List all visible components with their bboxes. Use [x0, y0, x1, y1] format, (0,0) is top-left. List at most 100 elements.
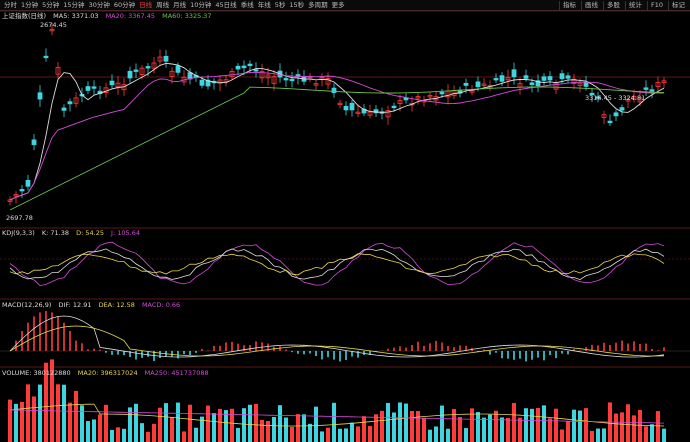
volume-bar: [146, 431, 150, 442]
volume-bar: [278, 405, 282, 442]
volume-bar: [428, 429, 432, 442]
volume-bar: [404, 403, 408, 442]
volume-bar: [650, 424, 654, 442]
volume-ma250: MA250: 451737088: [144, 369, 209, 377]
volume-bar: [320, 431, 324, 442]
volume-bar: [344, 428, 348, 442]
candle-body: [43, 55, 49, 59]
volume-bar: [80, 405, 84, 442]
ma60-line: [9, 86, 665, 211]
candle-body: [253, 69, 259, 72]
volume-bar: [206, 405, 210, 442]
volume-bar: [632, 415, 636, 442]
candle-body: [85, 86, 91, 91]
volume-bar: [452, 408, 456, 442]
volume-bar: [254, 403, 258, 442]
volume-bar: [458, 417, 462, 442]
volume-bar: [464, 428, 468, 442]
volume-bar: [578, 410, 582, 442]
volume-bar: [524, 408, 528, 442]
volume-bar: [170, 417, 174, 442]
volume-bar: [182, 431, 186, 442]
candle-body: [127, 70, 133, 79]
volume-bar: [152, 423, 156, 442]
candle-body: [547, 76, 553, 81]
volume-bar: [38, 384, 42, 442]
candle-body: [37, 92, 43, 100]
candle-body: [289, 78, 295, 82]
volume-bar: [314, 406, 318, 442]
ma5-label: MA5: 3371.03: [53, 12, 99, 20]
candle-body: [439, 91, 445, 95]
candle-body: [343, 105, 349, 111]
volume-bar: [368, 425, 372, 442]
candle-body: [583, 82, 589, 87]
volume-bar: [110, 429, 114, 442]
macd-value: MACD: 0.66: [141, 301, 181, 309]
volume-bar: [596, 428, 600, 442]
volume-bar: [242, 408, 246, 442]
kdj-title: KDJ(9,3,3): [2, 229, 35, 237]
ma20-label: MA20: 3367.45: [105, 12, 156, 20]
volume-bar: [620, 412, 624, 442]
kdj-j: J: 105.64: [111, 229, 140, 237]
volume-bar: [338, 428, 342, 442]
volume-bar: [92, 419, 96, 442]
candle-body: [61, 107, 67, 111]
volume-bar: [572, 409, 576, 442]
candle-body: [235, 65, 241, 70]
candle-body: [463, 82, 469, 86]
candle-body: [163, 55, 169, 62]
ma60-label: MA60: 3325.37: [162, 12, 212, 20]
kdj-k-line: [9, 248, 665, 281]
volume-bar: [86, 421, 90, 442]
volume-bar: [476, 412, 480, 442]
volume-bar: [164, 403, 168, 442]
volume-ma20-line: [9, 403, 665, 427]
volume-bar: [134, 403, 138, 442]
volume-bar: [470, 408, 474, 442]
volume-bar: [116, 427, 120, 442]
volume-bar: [236, 427, 240, 442]
volume-bar: [422, 417, 426, 442]
volume-bar: [392, 412, 396, 442]
volume-bar: [638, 409, 642, 442]
volume-bar: [272, 416, 276, 442]
volume-title: VOLUME: 380122880: [2, 369, 71, 377]
candle-body: [475, 81, 481, 88]
main-panel-name: 上证指数(日线): [2, 12, 47, 20]
candle-body: [541, 76, 547, 81]
candle-body: [559, 73, 565, 80]
volume-bar: [554, 408, 558, 442]
candle-body: [649, 89, 655, 92]
volume-bar: [212, 413, 216, 442]
volume-bar: [68, 402, 72, 442]
volume-bar: [122, 428, 126, 442]
volume-bar: [284, 417, 288, 442]
candle-body: [67, 101, 73, 105]
volume-bar: [188, 404, 192, 442]
kdj-k: K: 71.38: [41, 229, 70, 237]
volume-bar: [386, 402, 390, 442]
candle-body: [283, 78, 289, 81]
volume-bar: [626, 404, 630, 442]
volume-bar: [542, 405, 546, 442]
volume-ma20: MA20: 396317024: [77, 369, 138, 377]
volume-bar: [380, 410, 384, 442]
candle-body: [331, 87, 337, 94]
candle-body: [175, 65, 181, 73]
candle-body: [523, 75, 529, 79]
volume-bar: [56, 384, 60, 442]
volume-bar: [482, 417, 486, 442]
kdj-d-line: [9, 253, 665, 276]
kdj-d: D: 54.25: [76, 229, 104, 237]
volume-bar: [98, 414, 102, 442]
volume-bar: [500, 417, 504, 442]
candle-body: [109, 80, 115, 86]
candle-body: [613, 112, 619, 117]
volume-bar: [590, 430, 594, 442]
volume-bar: [416, 411, 420, 442]
volume-bar: [62, 384, 66, 442]
volume-bar: [104, 404, 108, 442]
candle-body: [499, 75, 505, 82]
